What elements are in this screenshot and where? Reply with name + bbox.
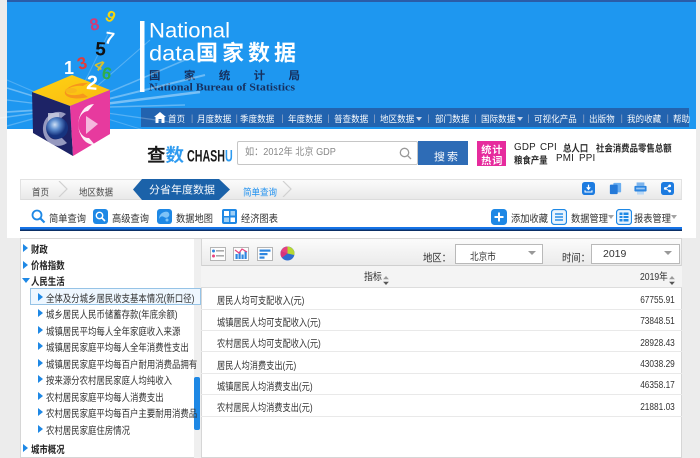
svg-text:(: ( [164, 293, 168, 305]
svg-text:): ) [318, 337, 321, 349]
svg-text:(: ( [299, 380, 302, 392]
svg-text:): ) [192, 293, 195, 305]
svg-text:GDP: GDP [314, 147, 337, 159]
svg-text:2: 2 [86, 72, 99, 95]
svg-text:3: 3 [75, 53, 89, 74]
svg-text:8: 8 [88, 14, 101, 35]
svg-text:2019: 2019 [640, 271, 659, 283]
svg-text:(: ( [291, 294, 294, 306]
svg-text:): ) [175, 310, 178, 322]
svg-text:(: ( [299, 401, 302, 413]
svg-text:(: ( [283, 359, 286, 371]
svg-text:(: ( [307, 337, 310, 349]
svg-text:): ) [310, 401, 313, 413]
svg-text:(: ( [307, 316, 310, 328]
svg-text:9: 9 [102, 8, 118, 27]
svg-text:2012: 2012 [263, 147, 283, 159]
svg-text:): ) [318, 316, 321, 328]
svg-text:): ) [302, 294, 305, 306]
svg-text:(: ( [138, 310, 142, 322]
svg-text:1: 1 [64, 58, 74, 78]
svg-text:): ) [310, 380, 313, 392]
svg-text:): ) [293, 359, 296, 371]
